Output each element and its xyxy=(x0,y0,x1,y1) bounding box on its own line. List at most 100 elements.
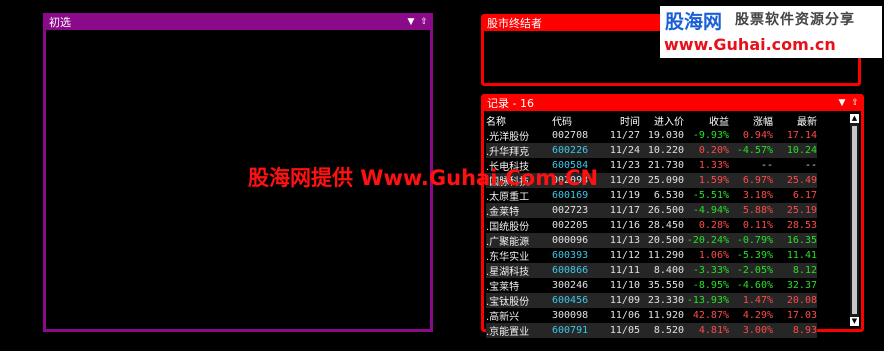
cell-price: 10.220 xyxy=(640,143,684,158)
table-row[interactable]: .金莱特 002723 11/17 26.500 -4.94% 5.88% 25.19 xyxy=(486,203,817,218)
column-header[interactable]: 名称 xyxy=(486,113,548,128)
cell-code: 600866 xyxy=(548,263,596,278)
cell-gain: -20.24% xyxy=(684,233,729,248)
cell-gain: -5.51% xyxy=(692,190,729,201)
column-header[interactable]: 收益 xyxy=(684,113,729,128)
watermark-text: 股海网提供 Www.Guhai.Com.CN xyxy=(248,166,599,190)
cell-price: 35.550 xyxy=(647,280,684,291)
cell-last: 10.24 xyxy=(773,143,817,158)
cell-time: 11/06 xyxy=(609,310,640,321)
cell-chg: -5.39% xyxy=(736,250,773,261)
cell-price: 21.730 xyxy=(647,160,684,171)
cell-gain: 42.87% xyxy=(692,310,729,321)
scroll-down-arrow-icon[interactable]: ▼ xyxy=(850,317,859,326)
cell-code: 002723 xyxy=(548,203,596,218)
cell-code: 600791 xyxy=(548,323,596,338)
scroll-up-arrow-icon[interactable]: ▲ xyxy=(850,114,859,123)
cell-chg: -4.57% xyxy=(729,143,773,158)
cell-last: 17.14 xyxy=(786,130,817,141)
cell-chg: -0.79% xyxy=(729,233,773,248)
cell-last: 8.12 xyxy=(773,263,817,278)
cell-gain: 0.28% xyxy=(698,220,729,231)
cell-price: 11.290 xyxy=(647,250,684,261)
cell-time: 11/11 xyxy=(596,263,640,278)
cell-chg: 5.88% xyxy=(729,203,773,218)
cell-time: 11/17 xyxy=(596,203,640,218)
column-header[interactable]: 进入价 xyxy=(640,113,684,128)
cell-chg: 1.47% xyxy=(729,293,773,308)
cell-code: 002205 xyxy=(552,220,589,231)
cell-code: 000096 xyxy=(548,233,596,248)
cell-last: 20.08 xyxy=(773,293,817,308)
cell-name: .国统股份 xyxy=(486,222,530,233)
table-row[interactable]: .宝莱特 300246 11/10 35.550 -8.95% -4.60% 32.37 xyxy=(486,278,817,293)
initial-selection-title: 初选 xyxy=(49,16,71,29)
table-row[interactable]: .星湖科技 600866 11/11 8.400 -3.33% -2.05% 8.12 xyxy=(486,263,817,278)
column-header[interactable]: 涨幅 xyxy=(729,113,773,128)
record-titlebar[interactable]: 记录 - 16 ▼ ⇧ xyxy=(484,97,861,111)
table-row[interactable]: .东华实业 600393 11/12 11.290 1.06% -5.39% 11.41 xyxy=(486,248,817,263)
table-row[interactable]: .升华拜克 600226 11/24 10.220 0.20% -4.57% 10.24 xyxy=(486,143,817,158)
table-row[interactable]: .广聚能源 000096 11/13 20.500 -20.24% -0.79% 16.35 xyxy=(486,233,817,248)
cell-name: .宝莱特 xyxy=(486,282,520,293)
cell-last: 28.53 xyxy=(786,220,817,231)
cell-price: 6.530 xyxy=(653,190,684,201)
table-row[interactable]: .宝钛股份 600456 11/09 23.330 -13.93% 1.47% 20.08 xyxy=(486,293,817,308)
cell-chg: 0.11% xyxy=(742,220,773,231)
cell-price: 23.330 xyxy=(640,293,684,308)
record-panel: 记录 - 16 ▼ ⇧ 名称 代码 时间 进入价 收益 涨幅 最新 .光洋股份 002708 1… xyxy=(481,94,864,338)
cell-gain: -9.93% xyxy=(692,130,729,141)
cell-code: 600456 xyxy=(548,293,596,308)
guhai-logo: 股海网 股票软件资源分享 www.Guhai.com.cn xyxy=(660,6,882,58)
table-row[interactable]: .国统股份 002205 11/16 28.450 0.28% 0.11% 28.53 xyxy=(486,218,817,233)
scrollbar-thumb[interactable] xyxy=(852,126,857,314)
maximize-arrow-icon[interactable]: ⇧ xyxy=(419,17,429,27)
cell-name: .广聚能源 xyxy=(486,233,548,248)
cell-last: 32.37 xyxy=(786,280,817,291)
cell-name: .高新兴 xyxy=(486,312,520,323)
cell-gain: 1.59% xyxy=(684,173,729,188)
cell-code: 600226 xyxy=(548,143,596,158)
cell-chg: 4.29% xyxy=(742,310,773,321)
cell-last: 25.19 xyxy=(773,203,817,218)
cell-time: 11/19 xyxy=(609,190,640,201)
cell-time: 11/23 xyxy=(609,160,640,171)
cell-last: -- xyxy=(804,160,817,171)
table-row[interactable]: .高新兴 300098 11/06 11.920 42.87% 4.29% 17.03 xyxy=(486,308,817,323)
cell-last: 6.17 xyxy=(792,190,817,201)
cell-price: 11.920 xyxy=(647,310,684,321)
cell-gain: 0.20% xyxy=(684,143,729,158)
column-header[interactable]: 代码 xyxy=(548,113,596,128)
cell-time: 11/16 xyxy=(609,220,640,231)
record-table: 名称 代码 时间 进入价 收益 涨幅 最新 .光洋股份 002708 11/27 19.030 -9… xyxy=(486,113,817,338)
cell-name: .京能置业 xyxy=(486,323,548,338)
logo-url: www.Guhai.com.cn xyxy=(664,35,836,54)
cell-time: 11/27 xyxy=(609,130,640,141)
column-header[interactable]: 最新 xyxy=(773,113,817,128)
menu-dropdown-icon[interactable]: ▼ xyxy=(837,98,847,108)
record-title: 记录 - 16 xyxy=(487,97,534,110)
cell-price: 19.030 xyxy=(647,130,684,141)
logo-brand: 股海网 xyxy=(665,11,723,33)
initial-selection-titlebar[interactable]: 初选 ▼ ⇧ xyxy=(46,16,430,30)
cell-chg: -- xyxy=(760,160,773,171)
vertical-scrollbar[interactable]: ▲ ▼ xyxy=(850,114,859,326)
cell-name: .宝钛股份 xyxy=(486,293,548,308)
column-header[interactable]: 时间 xyxy=(596,113,640,128)
cell-last: 16.35 xyxy=(773,233,817,248)
logo-slogan: 股票软件资源分享 xyxy=(735,12,855,28)
cell-name: .东华实业 xyxy=(486,252,530,263)
cell-time: 11/24 xyxy=(596,143,640,158)
table-row[interactable]: .京能置业 600791 11/05 8.520 4.81% 3.00% 8.93 xyxy=(486,323,817,338)
cell-last: 25.49 xyxy=(773,173,817,188)
menu-dropdown-icon[interactable]: ▼ xyxy=(406,17,416,27)
cell-gain: -4.94% xyxy=(684,203,729,218)
maximize-arrow-icon[interactable]: ⇧ xyxy=(850,98,860,108)
table-row[interactable]: .光洋股份 002708 11/27 19.030 -9.93% 0.94% 17.14 xyxy=(486,128,817,143)
cell-gain: 1.33% xyxy=(698,160,729,171)
cell-time: 11/20 xyxy=(596,173,640,188)
cell-price: 26.500 xyxy=(640,203,684,218)
cell-chg: 3.18% xyxy=(742,190,773,201)
cell-price: 8.520 xyxy=(640,323,684,338)
cell-time: 11/12 xyxy=(609,250,640,261)
